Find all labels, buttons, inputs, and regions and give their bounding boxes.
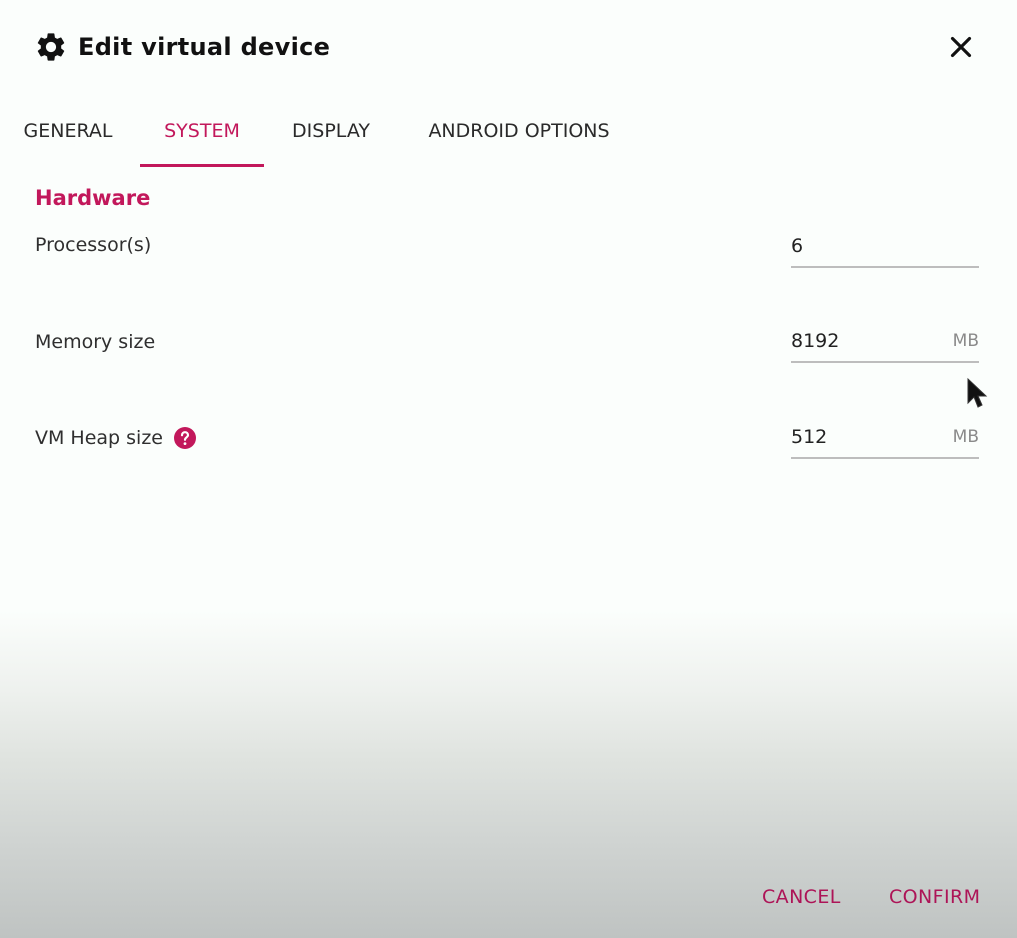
cancel-button[interactable]: CANCEL [762, 886, 841, 908]
help-icon[interactable] [173, 426, 197, 450]
tab-general[interactable]: GENERAL [16, 108, 120, 164]
dialog-title: Edit virtual device [78, 33, 331, 61]
vm-heap-size-unit: MB [952, 427, 979, 447]
tab-android-options[interactable]: ANDROID OPTIONS [414, 108, 624, 164]
vm-heap-size-label: VM Heap size [35, 426, 197, 450]
dialog-header: Edit virtual device [34, 30, 330, 64]
edit-virtual-device-dialog: Edit virtual device GENERAL SYSTEM DISPL… [0, 0, 1017, 938]
vm-heap-size-label-text: VM Heap size [35, 427, 163, 449]
memory-size-label-text: Memory size [35, 331, 156, 353]
mouse-pointer-icon [967, 377, 988, 408]
confirm-button[interactable]: CONFIRM [889, 886, 980, 908]
section-title-hardware: Hardware [35, 186, 151, 210]
close-icon[interactable] [944, 30, 978, 64]
processors-label-text: Processor(s) [35, 234, 152, 256]
vm-heap-size-input[interactable]: 512 MB [791, 417, 979, 459]
memory-size-label: Memory size [35, 331, 155, 353]
vm-heap-size-value[interactable]: 512 [791, 426, 827, 448]
processors-value[interactable]: 6 [791, 235, 803, 257]
memory-size-input[interactable]: 8192 MB [791, 321, 979, 363]
processors-label: Processor(s) [35, 234, 151, 256]
processors-input[interactable]: 6 [791, 226, 979, 268]
memory-size-value[interactable]: 8192 [791, 330, 839, 352]
tab-display[interactable]: DISPLAY [285, 108, 377, 164]
memory-size-unit: MB [952, 331, 979, 351]
gear-icon [37, 33, 65, 61]
tab-system[interactable]: SYSTEM [140, 108, 264, 167]
